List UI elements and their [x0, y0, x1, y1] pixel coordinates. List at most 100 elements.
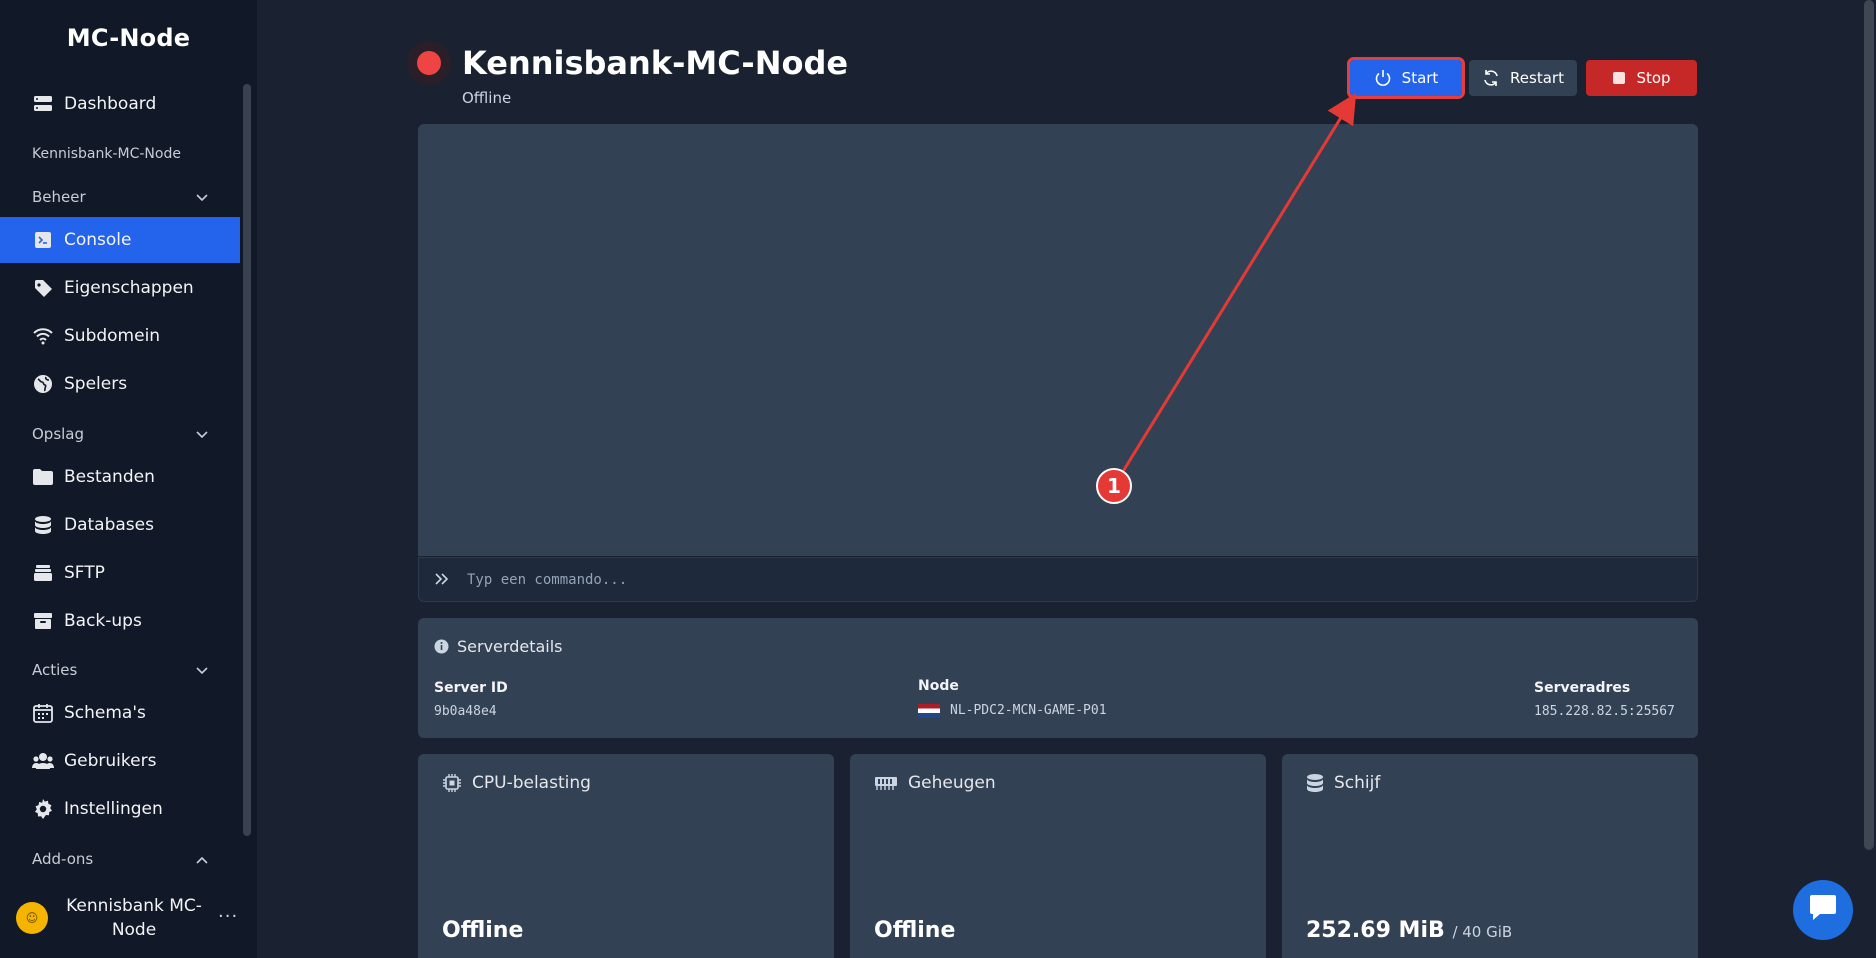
wifi-icon: [32, 325, 54, 347]
restart-button-label: Restart: [1510, 69, 1564, 87]
disk-value: 252.69 MiB: [1306, 918, 1445, 943]
cpu-icon: [442, 773, 462, 793]
brand-logo[interactable]: MC-Node: [0, 24, 257, 52]
disk-label: Schijf: [1334, 773, 1381, 793]
sidebar-item-label: Eigenschappen: [64, 278, 194, 298]
users-icon: [32, 750, 54, 772]
node-value-row: NL-PDC2-MCN-GAME-P01: [918, 703, 1107, 718]
command-bar: [418, 557, 1698, 602]
sidebar-item-label: Dashboard: [64, 94, 157, 114]
sidebar-item-dashboard[interactable]: Dashboard: [0, 81, 240, 127]
server-id-label: Server ID: [434, 680, 508, 696]
console-output[interactable]: [418, 124, 1698, 556]
sidebar-item-backups[interactable]: Back-ups: [0, 598, 240, 644]
server-status-indicator: [407, 41, 451, 85]
sidebar-item-subdomein[interactable]: Subdomein: [0, 313, 240, 359]
sidebar-item-label: Instellingen: [64, 799, 163, 819]
sidebar-item-gebruikers[interactable]: Gebruikers: [0, 738, 240, 784]
refresh-icon: [1482, 69, 1500, 87]
cpu-card-heading: CPU-belasting: [442, 773, 591, 793]
chevron-down-icon: [196, 661, 208, 679]
server-details-heading: Serverdetails: [434, 637, 563, 656]
user-name: Kennisbank MC-Node: [66, 896, 202, 940]
sidebar-item-label: Databases: [64, 515, 154, 535]
details-heading-label: Serverdetails: [457, 637, 563, 656]
info-icon: [434, 639, 449, 654]
database-icon: [32, 514, 54, 536]
tag-icon: [32, 277, 54, 299]
sidebar-item-databases[interactable]: Databases: [0, 502, 240, 548]
terminal-icon: [32, 229, 54, 251]
cpu-label: CPU-belasting: [472, 773, 591, 793]
sidebar-item-console[interactable]: Console: [0, 217, 240, 263]
chat-bubble-icon: [1808, 894, 1838, 926]
sidebar-item-label: Spelers: [64, 374, 128, 394]
disk-value-row: 252.69 MiB / 40 GiB: [1306, 918, 1512, 943]
sidebar-scrollbar[interactable]: [243, 84, 251, 836]
server-address-label: Serveradres: [1534, 680, 1631, 696]
section-label: Opslag: [32, 425, 85, 443]
sidebar-item-sftp[interactable]: SFTP: [0, 550, 240, 596]
section-addons[interactable]: Add-ons: [32, 850, 208, 868]
more-options-icon[interactable]: ···: [218, 906, 238, 927]
start-button-label: Start: [1401, 69, 1439, 87]
sidebar-item-label: Console: [64, 230, 132, 250]
stop-square-icon: [1612, 71, 1626, 85]
sidebar-item-label: SFTP: [64, 563, 105, 583]
cpu-card: CPU-belasting Offline: [418, 754, 834, 958]
sidebar-item-label: Back-ups: [64, 611, 142, 631]
sidebar-item-instellingen[interactable]: Instellingen: [0, 786, 240, 832]
netherlands-flag-icon: [918, 703, 940, 718]
memory-value: Offline: [874, 918, 956, 943]
server-name-label: Kennisbank-MC-Node: [32, 146, 181, 162]
sidebar-item-label: Gebruikers: [64, 751, 157, 771]
chevrons-right-icon: [435, 570, 455, 589]
chat-widget-button[interactable]: [1793, 880, 1853, 940]
server-status-text: Offline: [462, 89, 512, 107]
sidebar-item-label: Subdomein: [64, 326, 161, 346]
server-address-value[interactable]: 185.228.82.5:25567: [1534, 704, 1675, 719]
avatar[interactable]: ☺: [16, 902, 48, 934]
section-acties[interactable]: Acties: [32, 661, 208, 679]
user-menu[interactable]: ☺ Kennisbank MC-Node ···: [0, 888, 257, 948]
globe-icon: [32, 373, 54, 395]
node-value: NL-PDC2-MCN-GAME-P01: [950, 703, 1107, 718]
server-stack-icon: [32, 93, 54, 115]
disk-card: Schijf 252.69 MiB / 40 GiB: [1282, 754, 1698, 958]
section-label: Add-ons: [32, 850, 94, 868]
sftp-stack-icon: [32, 562, 54, 584]
memory-icon: [874, 775, 898, 791]
section-label: Acties: [32, 661, 78, 679]
annotation-marker: 1: [1096, 468, 1132, 504]
gear-icon: [32, 798, 54, 820]
chevron-down-icon: [196, 188, 208, 206]
chevron-up-icon: [196, 850, 208, 868]
stop-button[interactable]: Stop: [1586, 60, 1697, 96]
archive-icon: [32, 610, 54, 632]
stop-button-label: Stop: [1636, 69, 1671, 87]
section-opslag[interactable]: Opslag: [32, 425, 208, 443]
page-scrollbar[interactable]: [1864, 0, 1874, 850]
section-label: Beheer: [32, 188, 86, 206]
sidebar-item-label: Schema's: [64, 703, 146, 723]
node-label: Node: [918, 678, 959, 694]
command-input[interactable]: [467, 571, 1567, 588]
sidebar-item-schemas[interactable]: Schema's: [0, 690, 240, 736]
sidebar-item-spelers[interactable]: Spelers: [0, 361, 240, 407]
server-id-value: 9b0a48e4: [434, 704, 497, 719]
memory-label: Geheugen: [908, 773, 996, 793]
cpu-value: Offline: [442, 918, 524, 943]
status-dot-icon: [417, 51, 441, 75]
start-button[interactable]: Start: [1347, 57, 1465, 99]
server-details-panel: Serverdetails Server ID 9b0a48e4 Node NL…: [418, 618, 1698, 738]
sidebar-item-bestanden[interactable]: Bestanden: [0, 454, 240, 500]
sidebar-item-label: Bestanden: [64, 467, 155, 487]
power-icon: [1374, 69, 1392, 87]
page-title: Kennisbank-MC-Node: [462, 44, 849, 82]
sidebar-item-eigenschappen[interactable]: Eigenschappen: [0, 265, 240, 311]
restart-button[interactable]: Restart: [1469, 60, 1577, 96]
memory-card: Geheugen Offline: [850, 754, 1266, 958]
chevron-down-icon: [196, 425, 208, 443]
database-icon: [1306, 773, 1324, 793]
section-beheer[interactable]: Beheer: [32, 188, 208, 206]
